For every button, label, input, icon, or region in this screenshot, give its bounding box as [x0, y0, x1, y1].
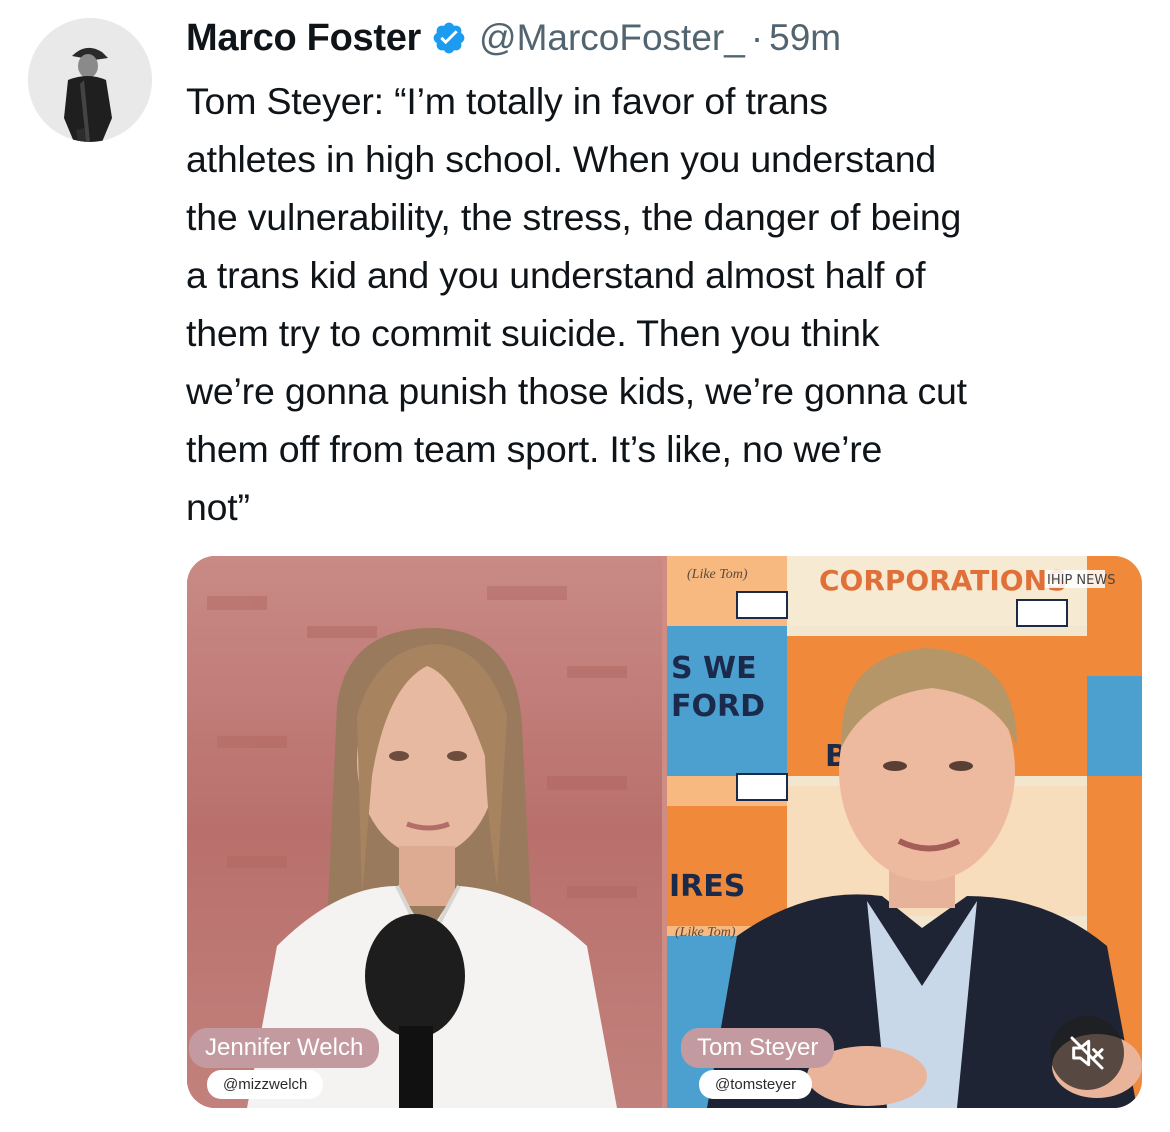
speaker-muted-icon — [1070, 1036, 1104, 1070]
left-speaker-handle: @mizzwelch — [207, 1070, 324, 1099]
sign-corporations: CORPORATIONS — [819, 564, 1067, 597]
tweet-video[interactable]: Jennifer Welch @mizzwelch (Like Tom) COR… — [187, 556, 1142, 1108]
author-handle[interactable]: @MarcoFoster_ — [479, 17, 745, 59]
right-speaker-name: Tom Steyer — [681, 1028, 835, 1068]
avatar-photo — [28, 18, 152, 142]
sign-ford-line: FORD — [671, 689, 765, 724]
video-right-panel: (Like Tom) CORPORATIONS S WE FORD BILL I… — [667, 556, 1142, 1108]
sign-ires: IRES — [669, 869, 745, 904]
sign-like-tom-bottom: (Like Tom) — [675, 925, 736, 940]
separator-dot: · — [750, 17, 764, 58]
mute-toggle-button[interactable] — [1050, 1016, 1124, 1090]
video-left-panel: Jennifer Welch @mizzwelch — [187, 556, 662, 1108]
tweet-header: Marco Foster @MarcoFoster_ · 59m — [186, 14, 841, 62]
network-logo: IHIP NEWS — [1047, 573, 1115, 588]
author-avatar[interactable] — [28, 18, 152, 142]
left-speaker-name: Jennifer Welch — [189, 1028, 380, 1068]
tweet-timestamp[interactable]: 59m — [769, 17, 841, 59]
right-speaker-handle: @tomsteyer — [699, 1070, 813, 1099]
author-name[interactable]: Marco Foster — [186, 17, 421, 60]
tweet-text: Tom Steyer: “I’m totally in favor of tra… — [186, 80, 967, 528]
sign-like-tom-top: (Like Tom) — [687, 567, 748, 582]
verified-badge-icon[interactable] — [431, 20, 467, 56]
left-speaker-scene — [187, 556, 662, 1108]
sign-we-line: S WE — [671, 651, 757, 686]
